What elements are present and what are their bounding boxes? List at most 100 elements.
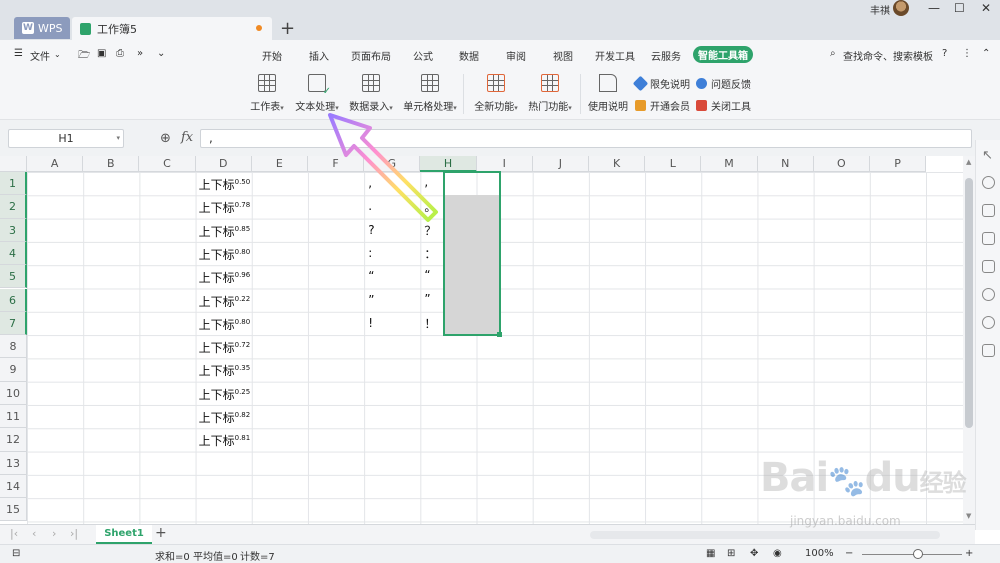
select-all-corner[interactable] bbox=[0, 156, 27, 172]
feedback-link[interactable]: 问题反馈 bbox=[696, 76, 751, 91]
menu-item-page-layout[interactable]: 页面布局 bbox=[351, 48, 391, 63]
close-tools-link[interactable]: 关闭工具 bbox=[696, 98, 751, 113]
zoom-level[interactable]: 100% bbox=[805, 548, 834, 559]
zoom-slider[interactable] bbox=[862, 554, 962, 555]
row-header-6[interactable]: 6 bbox=[0, 288, 27, 312]
sheet-tab-sheet1[interactable]: Sheet1 bbox=[96, 525, 152, 544]
save-icon[interactable]: ▣ bbox=[97, 48, 106, 59]
row-header-12[interactable]: 12 bbox=[0, 428, 27, 452]
style-icon[interactable] bbox=[982, 232, 995, 245]
worksheet-button[interactable]: 工作表▾ bbox=[248, 74, 286, 113]
column-header-m[interactable]: M bbox=[701, 156, 758, 172]
data-entry-button[interactable]: 数据录入▾ bbox=[347, 74, 395, 113]
column-header-d[interactable]: D bbox=[195, 156, 252, 172]
properties-icon[interactable] bbox=[982, 204, 995, 217]
minimize-icon[interactable]: — bbox=[928, 1, 940, 15]
help-icon[interactable]: ? bbox=[942, 48, 947, 59]
column-header-l[interactable]: L bbox=[645, 156, 702, 172]
cell-d8[interactable]: 上下标0.72 bbox=[199, 339, 251, 356]
cell-h3[interactable]: ？ bbox=[424, 222, 436, 239]
document-tab[interactable]: 工作簿5 bbox=[72, 17, 272, 40]
column-header-e[interactable]: E bbox=[251, 156, 308, 172]
cell-g2[interactable]: . bbox=[368, 199, 372, 213]
avatar[interactable] bbox=[893, 0, 909, 16]
cell-d6[interactable]: 上下标0.22 bbox=[199, 293, 251, 310]
menu-item-smart-toolbox[interactable]: 智能工具箱 bbox=[693, 46, 753, 63]
new-features-button[interactable]: 全新功能▾ bbox=[472, 74, 520, 113]
menu-item-developer[interactable]: 开发工具 bbox=[595, 48, 635, 63]
new-tab-button[interactable]: + bbox=[280, 18, 295, 39]
column-header-c[interactable]: C bbox=[139, 156, 196, 172]
cell-h7[interactable]: ！ bbox=[424, 315, 436, 332]
customize-icon[interactable]: ⌄ bbox=[157, 48, 165, 59]
formula-input[interactable]: , bbox=[200, 129, 972, 148]
search-icon[interactable]: ⌕ bbox=[830, 48, 836, 59]
zoom-in-button[interactable]: + bbox=[965, 548, 973, 559]
cell-h1[interactable]: , bbox=[424, 175, 428, 189]
reading-mode-icon[interactable]: ✥ bbox=[750, 548, 758, 559]
cell-g5[interactable]: “ bbox=[368, 269, 374, 283]
cell-g4[interactable]: : bbox=[368, 246, 372, 260]
cell-d11[interactable]: 上下标0.82 bbox=[199, 409, 251, 426]
cell-g3[interactable]: ? bbox=[368, 223, 374, 237]
cell-d5[interactable]: 上下标0.96 bbox=[199, 269, 251, 286]
cell-d4[interactable]: 上下标0.80 bbox=[199, 246, 251, 263]
file-menu[interactable]: 文件 bbox=[30, 48, 50, 63]
text-processing-button[interactable]: 文本处理▾ bbox=[294, 74, 340, 113]
user-name[interactable]: 丰祺 bbox=[870, 2, 890, 17]
column-header-i[interactable]: I bbox=[476, 156, 533, 172]
open-folder-icon[interactable]: 🗁 bbox=[78, 48, 90, 65]
column-header-b[interactable]: B bbox=[83, 156, 140, 172]
column-header-a[interactable]: A bbox=[27, 156, 84, 172]
cell-h4[interactable]: ： bbox=[424, 245, 436, 262]
page-break-view-icon[interactable]: ⊞ bbox=[727, 548, 735, 559]
free-limit-link[interactable]: 限免说明 bbox=[632, 75, 690, 92]
popular-features-button[interactable]: 热门功能▾ bbox=[526, 74, 574, 113]
history-icon[interactable] bbox=[982, 288, 995, 301]
add-sheet-button[interactable]: + bbox=[155, 525, 167, 541]
menu-item-review[interactable]: 审阅 bbox=[506, 48, 526, 63]
row-header-2[interactable]: 2 bbox=[0, 195, 27, 219]
more-icon[interactable]: » bbox=[137, 48, 143, 59]
column-header-h[interactable]: H bbox=[420, 156, 477, 172]
column-header-j[interactable]: J bbox=[532, 156, 589, 172]
cell-d3[interactable]: 上下标0.85 bbox=[199, 223, 251, 240]
fill-handle[interactable] bbox=[497, 332, 502, 337]
column-header-g[interactable]: G bbox=[364, 156, 421, 172]
name-box[interactable]: H1 ▾ bbox=[8, 129, 124, 148]
row-header-3[interactable]: 3 bbox=[0, 218, 27, 242]
zoom-out-button[interactable]: − bbox=[845, 548, 853, 559]
row-header-5[interactable]: 5 bbox=[0, 265, 27, 289]
column-header-o[interactable]: O bbox=[813, 156, 870, 172]
first-sheet-icon[interactable]: |‹ bbox=[10, 527, 18, 540]
row-header-4[interactable]: 4 bbox=[0, 241, 27, 266]
cell-d10[interactable]: 上下标0.25 bbox=[199, 386, 251, 403]
horizontal-scrollbar[interactable] bbox=[590, 531, 940, 539]
file-dropdown-icon[interactable]: ⌄ bbox=[54, 50, 61, 59]
menu-item-cloud[interactable]: 云服务 bbox=[651, 48, 681, 63]
cell-h5[interactable]: “ bbox=[424, 268, 430, 282]
help-circle-icon[interactable] bbox=[982, 316, 995, 329]
row-header-8[interactable]: 8 bbox=[0, 335, 27, 359]
column-header-n[interactable]: N bbox=[757, 156, 814, 172]
vertical-scroll-thumb[interactable] bbox=[965, 178, 973, 428]
scroll-up-icon[interactable]: ▲ bbox=[966, 158, 971, 166]
usage-guide-button[interactable]: 使用说明 bbox=[588, 74, 628, 113]
column-header-p[interactable]: P bbox=[870, 156, 927, 172]
wps-home-tab[interactable]: W WPS bbox=[14, 17, 70, 39]
apps-grid-icon[interactable] bbox=[982, 344, 995, 357]
membership-link[interactable]: 开通会员 bbox=[635, 98, 690, 113]
options-icon[interactable]: ⋮ bbox=[962, 48, 972, 59]
cell-g1[interactable]: , bbox=[368, 176, 372, 190]
select-pointer-icon[interactable]: ↖ bbox=[982, 148, 995, 163]
prev-sheet-icon[interactable]: ‹ bbox=[32, 527, 36, 540]
column-header-f[interactable]: F bbox=[308, 156, 365, 172]
column-header-k[interactable]: K bbox=[589, 156, 646, 172]
scroll-down-icon[interactable]: ▼ bbox=[966, 512, 971, 520]
row-header-15[interactable]: 15 bbox=[0, 498, 27, 522]
cell-g7[interactable]: ! bbox=[368, 316, 373, 330]
row-header-11[interactable]: 11 bbox=[0, 405, 27, 429]
zoom-slider-knob[interactable] bbox=[913, 549, 923, 559]
row-header-10[interactable]: 10 bbox=[0, 381, 27, 405]
cell-d12[interactable]: 上下标0.81 bbox=[199, 432, 251, 449]
